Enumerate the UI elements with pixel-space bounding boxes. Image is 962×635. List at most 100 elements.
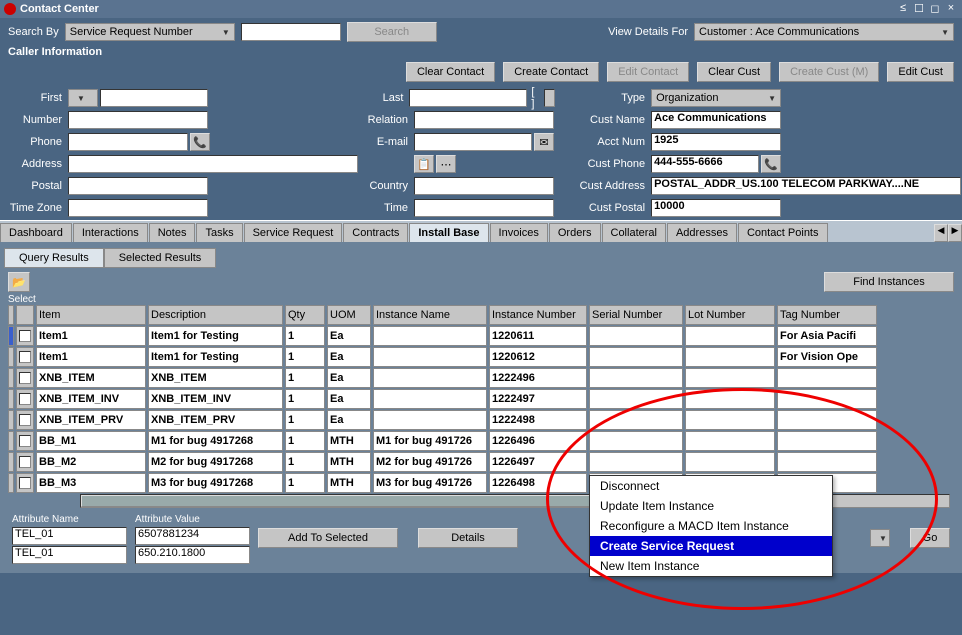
create-cust-button[interactable]: Create Cust (M) — [779, 62, 879, 82]
attr-value-0[interactable]: 6507881234 — [135, 527, 250, 545]
col-header-tag-number[interactable]: Tag Number — [777, 305, 877, 325]
tab-service-request[interactable]: Service Request — [244, 223, 343, 242]
row-cursor[interactable] — [8, 410, 14, 430]
cust-postal-input[interactable]: 10000 — [651, 199, 781, 217]
cell-inum[interactable]: 1226498 — [489, 473, 587, 493]
cell-iname[interactable] — [373, 326, 487, 346]
menu-item-update-item-instance[interactable]: Update Item Instance — [590, 496, 832, 516]
cell-serial[interactable] — [589, 452, 683, 472]
cell-qty[interactable]: 1 — [285, 410, 325, 430]
cell-lot[interactable] — [685, 326, 775, 346]
cell-item[interactable]: BB_M2 — [36, 452, 146, 472]
cell-qty[interactable]: 1 — [285, 368, 325, 388]
view-details-dropdown[interactable]: Customer : Ace Communications ▼ — [694, 23, 954, 41]
tab-contact-points[interactable]: Contact Points — [738, 223, 828, 242]
cell-lot[interactable] — [685, 347, 775, 367]
cell-lot[interactable] — [685, 368, 775, 388]
cell-iname[interactable] — [373, 368, 487, 388]
cell-uom[interactable]: Ea — [327, 368, 371, 388]
tab-scroll-right[interactable]: ▶ — [948, 224, 962, 242]
clear-contact-button[interactable]: Clear Contact — [406, 62, 495, 82]
col-header-uom[interactable]: UOM — [327, 305, 371, 325]
country-input[interactable] — [414, 177, 554, 195]
restore-button[interactable]: ☐ — [912, 2, 926, 16]
attr-value-1[interactable]: 650.210.1800 — [135, 546, 250, 564]
cell-iname[interactable] — [373, 347, 487, 367]
cell-serial[interactable] — [589, 431, 683, 451]
cust-phone-icon[interactable]: 📞 — [761, 155, 781, 173]
search-by-dropdown[interactable]: Service Request Number ▼ — [65, 23, 235, 41]
row-checkbox[interactable] — [16, 326, 34, 346]
cell-item[interactable]: BB_M1 — [36, 431, 146, 451]
menu-item-reconfigure-a-macd-item-instance[interactable]: Reconfigure a MACD Item Instance — [590, 516, 832, 536]
cust-name-input[interactable]: Ace Communications — [651, 111, 781, 129]
cell-qty[interactable]: 1 — [285, 326, 325, 346]
find-instances-button[interactable]: Find Instances — [824, 272, 954, 292]
cell-desc[interactable]: Item1 for Testing — [148, 326, 283, 346]
cell-inum[interactable]: 1220612 — [489, 347, 587, 367]
cell-lot[interactable] — [685, 389, 775, 409]
time-input[interactable] — [414, 199, 554, 217]
tab-dashboard[interactable]: Dashboard — [0, 223, 72, 242]
search-button[interactable]: Search — [347, 22, 437, 42]
email-icon[interactable]: ✉ — [534, 133, 554, 151]
scrollbar-thumb[interactable] — [81, 495, 602, 507]
row-cursor[interactable] — [8, 347, 14, 367]
cell-tag[interactable]: For Vision Ope — [777, 347, 877, 367]
cell-uom[interactable]: MTH — [327, 452, 371, 472]
cell-iname[interactable] — [373, 389, 487, 409]
cell-item[interactable]: XNB_ITEM_INV — [36, 389, 146, 409]
cell-inum[interactable]: 1222496 — [489, 368, 587, 388]
cell-tag[interactable] — [777, 452, 877, 472]
cell-inum[interactable]: 1222497 — [489, 389, 587, 409]
tab-contracts[interactable]: Contracts — [343, 223, 408, 242]
tab-install-base[interactable]: Install Base — [409, 223, 488, 242]
add-to-selected-button[interactable]: Add To Selected — [258, 528, 398, 548]
cell-uom[interactable]: Ea — [327, 326, 371, 346]
table-row[interactable]: BB_M1M1 for bug 49172681MTHM1 for bug 49… — [8, 431, 954, 451]
subtab-query-results[interactable]: Query Results — [4, 248, 104, 268]
cell-qty[interactable]: 1 — [285, 452, 325, 472]
clear-cust-button[interactable]: Clear Cust — [697, 62, 771, 82]
cell-qty[interactable]: 1 — [285, 389, 325, 409]
maximize-button[interactable]: ◻ — [928, 2, 942, 16]
cust-phone-input[interactable]: 444-555-6666 — [651, 155, 759, 173]
table-row[interactable]: Item1Item1 for Testing1Ea1220611For Asia… — [8, 326, 954, 346]
row-checkbox[interactable] — [16, 431, 34, 451]
cell-desc[interactable]: XNB_ITEM — [148, 368, 283, 388]
cell-iname[interactable] — [373, 410, 487, 430]
cell-item[interactable]: Item1 — [36, 347, 146, 367]
col-header-description[interactable]: Description — [148, 305, 283, 325]
tab-tasks[interactable]: Tasks — [196, 223, 242, 242]
row-checkbox[interactable] — [16, 410, 34, 430]
col-header-instance-number[interactable]: Instance Number — [489, 305, 587, 325]
edit-contact-button[interactable]: Edit Contact — [607, 62, 689, 82]
cell-serial[interactable] — [589, 326, 683, 346]
row-cursor[interactable] — [8, 431, 14, 451]
cell-uom[interactable]: Ea — [327, 389, 371, 409]
cell-item[interactable]: BB_M3 — [36, 473, 146, 493]
cell-uom[interactable]: Ea — [327, 347, 371, 367]
cell-desc[interactable]: XNB_ITEM_INV — [148, 389, 283, 409]
cell-tag[interactable] — [777, 431, 877, 451]
type-dropdown[interactable]: Organization▼ — [651, 89, 781, 107]
cell-tag[interactable]: For Asia Pacifi — [777, 326, 877, 346]
cell-desc[interactable]: M2 for bug 4917268 — [148, 452, 283, 472]
cell-qty[interactable]: 1 — [285, 473, 325, 493]
close-button[interactable]: × — [944, 2, 958, 16]
row-cursor[interactable] — [8, 473, 14, 493]
cell-inum[interactable]: 1226497 — [489, 452, 587, 472]
cell-qty[interactable]: 1 — [285, 431, 325, 451]
menu-item-disconnect[interactable]: Disconnect — [590, 476, 832, 496]
table-row[interactable]: BB_M2M2 for bug 49172681MTHM2 for bug 49… — [8, 452, 954, 472]
address-more-icon[interactable]: ⋯ — [436, 155, 456, 173]
create-contact-button[interactable]: Create Contact — [503, 62, 599, 82]
attr-name-1[interactable]: TEL_01 — [12, 546, 127, 564]
cell-tag[interactable] — [777, 389, 877, 409]
address-lov-icon[interactable]: 📋 — [414, 155, 434, 173]
cell-serial[interactable] — [589, 410, 683, 430]
edit-cust-button[interactable]: Edit Cust — [887, 62, 954, 82]
tab-scroll-left[interactable]: ◀ — [934, 224, 948, 242]
cust-address-input[interactable]: POSTAL_ADDR_US.100 TELECOM PARKWAY....NE — [651, 177, 961, 195]
col-header-lot-number[interactable]: Lot Number — [685, 305, 775, 325]
